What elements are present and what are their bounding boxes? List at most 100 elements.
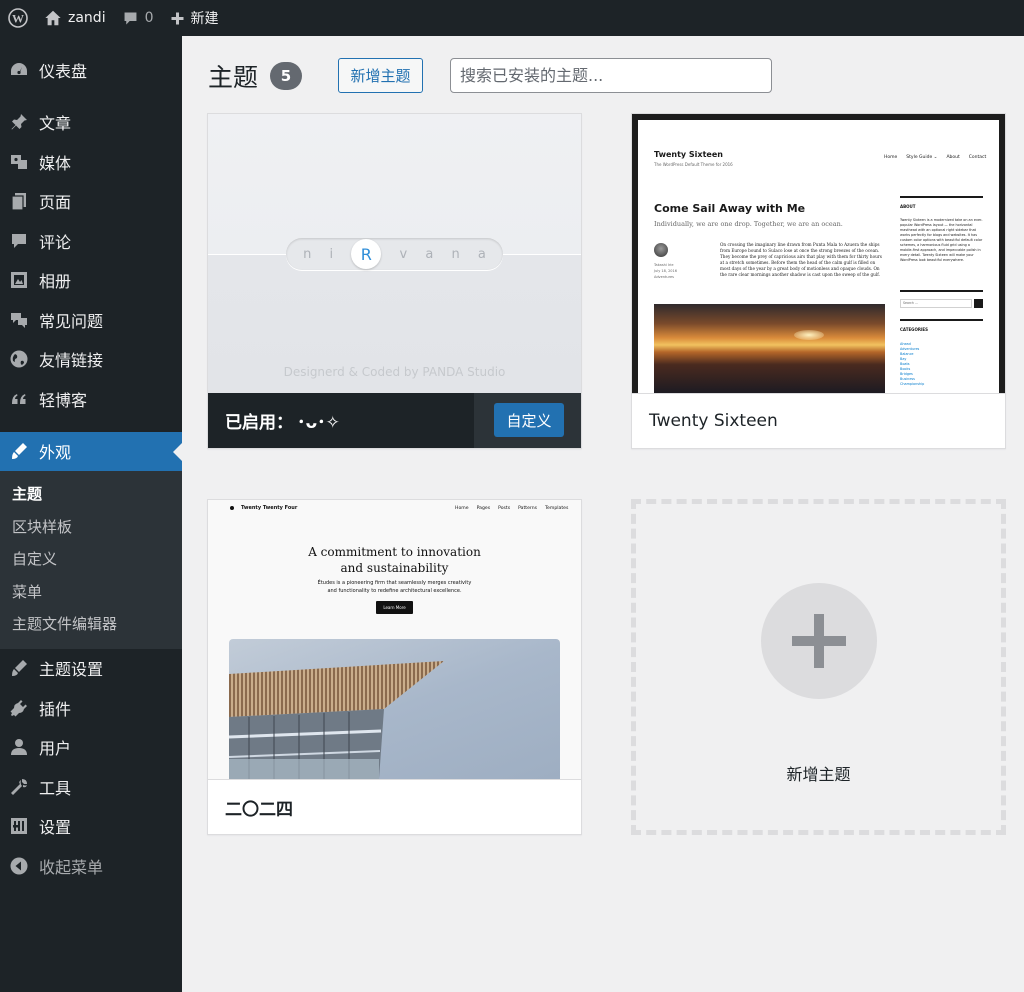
theme-card-active[interactable]: n i R v a n a Designerd & Coded by PANDA… (207, 113, 582, 449)
menu-collapse[interactable]: 收起菜单 (0, 846, 182, 886)
sidebar-rule (900, 319, 983, 321)
theme-card-twenty-twenty-four[interactable]: Twenty Twenty Four Home Pages Posts Patt… (207, 499, 582, 835)
hero-subtext-line: and functionality to redefine architectu… (327, 588, 462, 594)
wordpress-logo-icon[interactable]: W (0, 0, 36, 36)
nav-item: About (946, 155, 960, 160)
faq-icon (8, 309, 30, 331)
settings-icon (8, 815, 30, 837)
comment-bubble-icon (122, 10, 139, 27)
add-new-theme-card[interactable]: 新增主题 (631, 499, 1006, 835)
hero-subtext: Études is a pioneering firm that seamles… (208, 579, 581, 595)
brush-icon (8, 440, 30, 462)
menu-gallery[interactable]: 相册 (0, 261, 182, 301)
menu-microblog[interactable]: 轻博客 (0, 379, 182, 419)
theme-screenshot[interactable]: n i R v a n a Designerd & Coded by PANDA… (208, 114, 581, 393)
nav-item: Templates (545, 506, 569, 511)
menu-label: 主题设置 (39, 660, 104, 680)
meta-category: Adventures (654, 275, 674, 279)
search-installed-themes-input[interactable] (450, 58, 772, 93)
theme-card-twenty-sixteen[interactable]: Twenty Sixteen The WordPress Default The… (631, 113, 1006, 449)
menu-tools[interactable]: 工具 (0, 767, 182, 807)
submenu-block-patterns[interactable]: 区块样板 (0, 511, 182, 544)
theme-name-bar: 已启用： ･ᴗ･✧ 自定义 (208, 393, 581, 448)
user-icon (8, 736, 30, 758)
logo-letter-highlight: R (351, 239, 382, 269)
admin-sidebar: 仪表盘 文章 媒体 页面 评论 相册 常见问题 友情链接 轻博客 外观 主题 区… (0, 36, 182, 992)
menu-theme-settings[interactable]: 主题设置 (0, 649, 182, 689)
pin-icon (8, 111, 30, 133)
media-icon (8, 151, 30, 173)
screenshot-page: Twenty Sixteen The WordPress Default The… (638, 120, 999, 393)
sidebar-rule (900, 196, 983, 198)
plus-icon (792, 614, 846, 668)
menu-label: 用户 (39, 739, 72, 759)
wrench-icon (8, 776, 30, 798)
menu-pages[interactable]: 页面 (0, 182, 182, 222)
home-icon (44, 9, 62, 27)
menu-label: 评论 (39, 232, 72, 252)
hero-subtext-line: Études is a pioneering firm that seamles… (317, 580, 472, 586)
menu-links[interactable]: 友情链接 (0, 340, 182, 380)
menu-settings[interactable]: 设置 (0, 807, 182, 847)
learn-more-button: Learn More (376, 601, 413, 614)
main-content: 主题 5 新增主题 n i R v a n a Designerd & Code… (182, 36, 1024, 992)
logo-letter: i (329, 246, 334, 262)
new-label: 新建 (190, 11, 219, 27)
theme-count-badge: 5 (270, 62, 303, 90)
dashboard-icon (8, 59, 30, 81)
brand-dot (230, 506, 234, 510)
about-text: Twenty Sixteen is a modernized take on a… (900, 218, 983, 262)
sidebar-search-button (974, 299, 983, 308)
comment-icon (8, 230, 30, 252)
submenu-menus[interactable]: 菜单 (0, 576, 182, 609)
about-heading: ABOUT (900, 204, 916, 209)
building-illustration (229, 661, 444, 779)
category-item: Championship (900, 382, 925, 386)
menu-plugins[interactable]: 插件 (0, 688, 182, 728)
theme-name: Twenty Sixteen (649, 411, 778, 431)
logo-letter: n (303, 246, 312, 262)
sidebar-rule (900, 290, 983, 292)
menu-label: 设置 (39, 818, 72, 838)
theme-screenshot[interactable]: Twenty Twenty Four Home Pages Posts Patt… (208, 500, 581, 779)
menu-faq[interactable]: 常见问题 (0, 300, 182, 340)
theme-name-bar: Twenty Sixteen (632, 393, 1005, 448)
menu-posts[interactable]: 文章 (0, 103, 182, 143)
menu-appearance[interactable]: 外观 (0, 431, 182, 471)
author-avatar (654, 243, 668, 257)
brand-name: Twenty Twenty Four (241, 505, 298, 511)
menu-label: 外观 (39, 443, 72, 463)
menu-users[interactable]: 用户 (0, 728, 182, 768)
menu-comments[interactable]: 评论 (0, 221, 182, 261)
credit-text: Designerd & Coded by PANDA Studio (283, 365, 506, 379)
menu-media[interactable]: 媒体 (0, 142, 182, 182)
site-name: zandi (68, 10, 106, 26)
site-brand: Twenty Twenty Four (230, 505, 297, 511)
theme-screenshot[interactable]: Twenty Sixteen The WordPress Default The… (632, 114, 1005, 393)
plugin-icon (8, 697, 30, 719)
appearance-submenu: 主题 区块样板 自定义 菜单 主题文件编辑器 (0, 471, 182, 649)
nav-item: Style Guide ⌄ (906, 155, 938, 160)
comments-link[interactable]: 0 (114, 0, 162, 36)
sunset-photo (654, 304, 885, 393)
submenu-theme-file-editor[interactable]: 主题文件编辑器 (0, 608, 182, 641)
brush-icon (8, 657, 30, 679)
add-new-theme-button[interactable]: 新增主题 (338, 58, 423, 93)
site-name-link[interactable]: zandi (36, 0, 114, 36)
menu-dashboard[interactable]: 仪表盘 (0, 50, 182, 90)
submenu-themes[interactable]: 主题 (0, 478, 182, 511)
menu-label: 轻博客 (39, 390, 88, 410)
menu-label: 常见问题 (39, 311, 104, 331)
page-icon (8, 190, 30, 212)
new-content-link[interactable]: 新建 (162, 0, 227, 36)
menu-label: 文章 (39, 114, 72, 134)
menu-label: 工具 (39, 778, 72, 798)
menu-label: 收起菜单 (39, 857, 104, 877)
globe-icon (8, 348, 30, 370)
hero-heading: A commitment to innovation and sustainab… (208, 544, 581, 576)
plus-icon (170, 11, 185, 26)
customize-button[interactable]: 自定义 (494, 403, 564, 437)
submenu-customize[interactable]: 自定义 (0, 543, 182, 576)
menu-label: 页面 (39, 193, 72, 213)
sidebar-search: Search ... (900, 299, 972, 308)
